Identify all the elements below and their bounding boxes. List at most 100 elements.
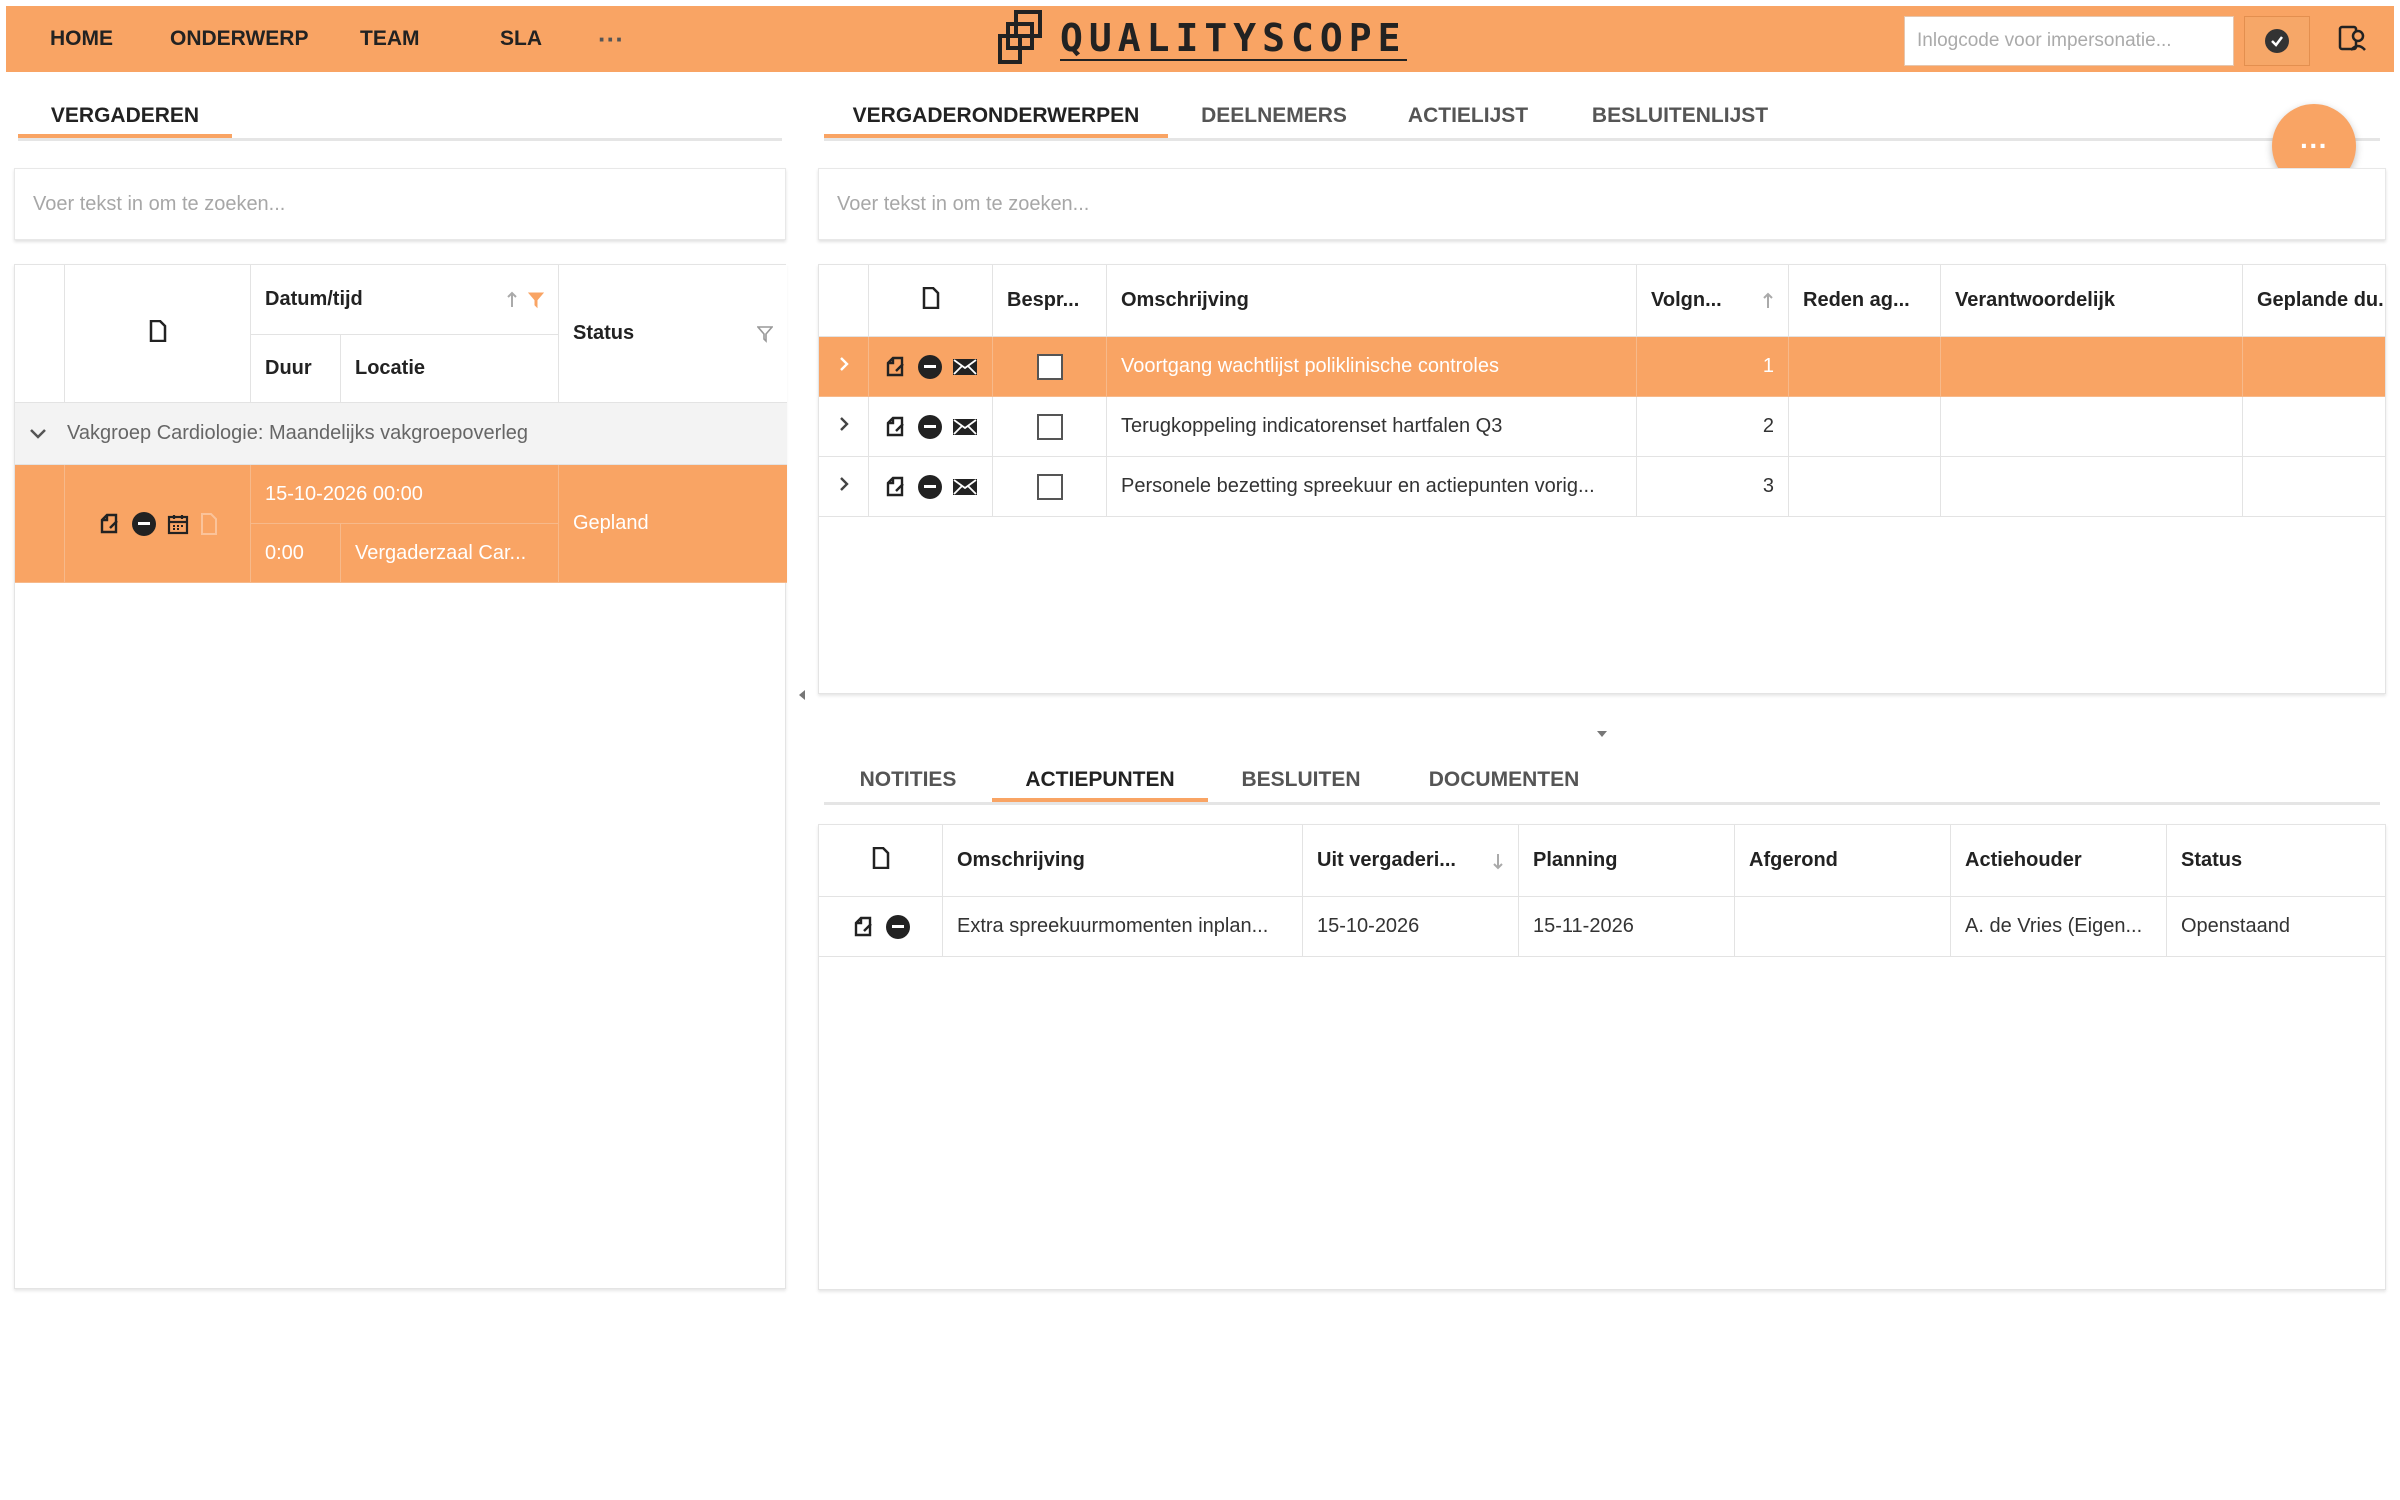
tab-actiepunten[interactable]: ACTIEPUNTEN [992,758,1208,802]
reason-column-header[interactable]: Reden ag... [1789,265,1941,337]
edit-icon[interactable] [884,415,908,439]
tab-besluitenlijst[interactable]: BESLUITENLIJST [1590,94,1770,138]
planning-column-header[interactable]: Planning [1519,825,1735,897]
from-meeting-column-header[interactable]: Uit vergaderi... [1303,825,1519,897]
topic-description[interactable]: Terugkoppeling indicatorenset hartfalen … [1107,397,1637,457]
impersonate-confirm-button[interactable] [2244,16,2310,66]
action-row-actions [819,897,943,957]
logo-icon [996,8,1048,71]
topic-reason[interactable] [1789,397,1941,457]
meeting-datetime[interactable]: 15-10-2026 00:00 [251,465,559,524]
remove-icon[interactable] [917,414,942,439]
mail-icon[interactable] [952,477,978,497]
mail-icon[interactable] [952,417,978,437]
topic-planned-duration[interactable] [2243,397,2385,457]
topic-reason[interactable] [1789,457,1941,517]
sort-desc-icon[interactable] [1492,852,1504,870]
meeting-location[interactable]: Vergaderzaal Car... [341,524,559,583]
action-from-meeting[interactable]: 15-10-2026 [1303,897,1519,957]
impersonation-input[interactable] [1904,16,2234,66]
topic-order[interactable]: 1 [1637,337,1789,397]
edit-icon[interactable] [98,512,122,536]
order-column-header[interactable]: Volgn... [1637,265,1789,337]
topic-description[interactable]: Personele bezetting spreekuur en actiepu… [1107,457,1637,517]
action-completed[interactable] [1735,897,1951,957]
discussed-column-header[interactable]: Bespr... [993,265,1107,337]
mail-icon[interactable] [952,357,978,377]
chevron-right-icon [839,415,849,438]
nav-onderwerp[interactable]: ONDERWERP [170,6,308,72]
document-icon[interactable] [200,512,218,535]
tab-actielijst[interactable]: ACTIELIJST [1398,94,1538,138]
row-expand-toggle[interactable] [819,457,869,517]
tab-notities[interactable]: NOTITIES [846,758,970,802]
sort-asc-icon[interactable] [1762,292,1774,310]
brand-logo[interactable]: QUALITYSCOPE [996,8,1407,70]
meeting-duration[interactable]: 0:00 [251,524,341,583]
tab-besluiten[interactable]: BESLUITEN [1236,758,1366,802]
completed-column-header[interactable]: Afgerond [1735,825,1951,897]
remove-icon[interactable] [917,354,942,379]
description-column-header[interactable]: Omschrijving [943,825,1303,897]
collapse-left-icon[interactable] [797,688,807,706]
action-status[interactable]: Openstaand [2167,897,2385,957]
actions-column-header [869,265,993,337]
description-column-header[interactable]: Omschrijving [1107,265,1637,337]
topic-planned-duration[interactable] [2243,457,2385,517]
tab-vergaderen[interactable]: VERGADEREN [18,94,232,138]
status-column-header[interactable]: Status [559,265,787,403]
chevron-down-icon[interactable] [29,428,47,440]
filter-icon[interactable] [757,325,773,343]
topic-planned-duration[interactable] [2243,337,2385,397]
owner-column-header[interactable]: Actiehouder [1951,825,2167,897]
topic-responsible[interactable] [1941,457,2243,517]
action-description[interactable]: Extra spreekuurmomenten inplan... [943,897,1303,957]
discussed-checkbox[interactable] [1036,473,1063,500]
topic-reason[interactable] [1789,337,1941,397]
datetime-column-header[interactable]: Datum/tijd [251,265,559,335]
responsible-column-header[interactable]: Verantwoordelijk [1941,265,2243,337]
action-planning[interactable]: 15-11-2026 [1519,897,1735,957]
topic-responsible[interactable] [1941,397,2243,457]
action-items-grid: Omschrijving Uit vergaderi... Planning A… [818,824,2386,1290]
edit-icon[interactable] [884,475,908,499]
edit-icon[interactable] [852,915,876,939]
topic-order[interactable]: 3 [1637,457,1789,517]
row-expand-toggle[interactable] [819,337,869,397]
check-icon [2265,29,2289,53]
remove-icon[interactable] [917,474,942,499]
topic-responsible[interactable] [1941,337,2243,397]
topics-search-input[interactable] [818,168,2386,240]
remove-icon[interactable] [131,511,156,536]
edit-icon[interactable] [884,355,908,379]
remove-icon[interactable] [885,914,910,939]
topic-order[interactable]: 2 [1637,397,1789,457]
discussed-checkbox[interactable] [1036,353,1063,380]
filter-icon[interactable] [528,291,544,309]
sort-asc-icon[interactable] [506,291,518,309]
collapse-down-icon[interactable] [1596,726,1608,744]
discussed-checkbox[interactable] [1036,413,1063,440]
nav-sla[interactable]: SLA [500,6,542,72]
nav-team[interactable]: TEAM [360,6,420,72]
planned-duration-column-header[interactable]: Geplande du... [2243,265,2385,337]
right-tab-divider [824,138,2380,141]
nav-more-button[interactable]: ··· [598,6,624,72]
document-icon [922,286,940,315]
tab-documenten[interactable]: DOCUMENTEN [1412,758,1596,802]
group-row[interactable]: Vakgroep Cardiologie: Maandelijks vakgro… [15,403,787,465]
tab-vergaderonderwerpen[interactable]: VERGADERONDERWERPEN [824,94,1168,138]
location-column-header[interactable]: Locatie [341,335,559,403]
expand-column-header [819,265,869,337]
action-owner[interactable]: A. de Vries (Eigen... [1951,897,2167,957]
admin-button[interactable] [2322,16,2382,66]
duration-column-header[interactable]: Duur [251,335,341,403]
nav-home[interactable]: HOME [50,6,113,72]
meetings-search-input[interactable] [14,168,786,240]
status-column-header[interactable]: Status [2167,825,2385,897]
row-expand-toggle[interactable] [819,397,869,457]
topic-description[interactable]: Voortgang wachtlijst poliklinische contr… [1107,337,1637,397]
calendar-icon[interactable] [166,512,190,536]
tab-deelnemers[interactable]: DEELNEMERS [1200,94,1348,138]
meeting-status[interactable]: Gepland [559,465,787,583]
